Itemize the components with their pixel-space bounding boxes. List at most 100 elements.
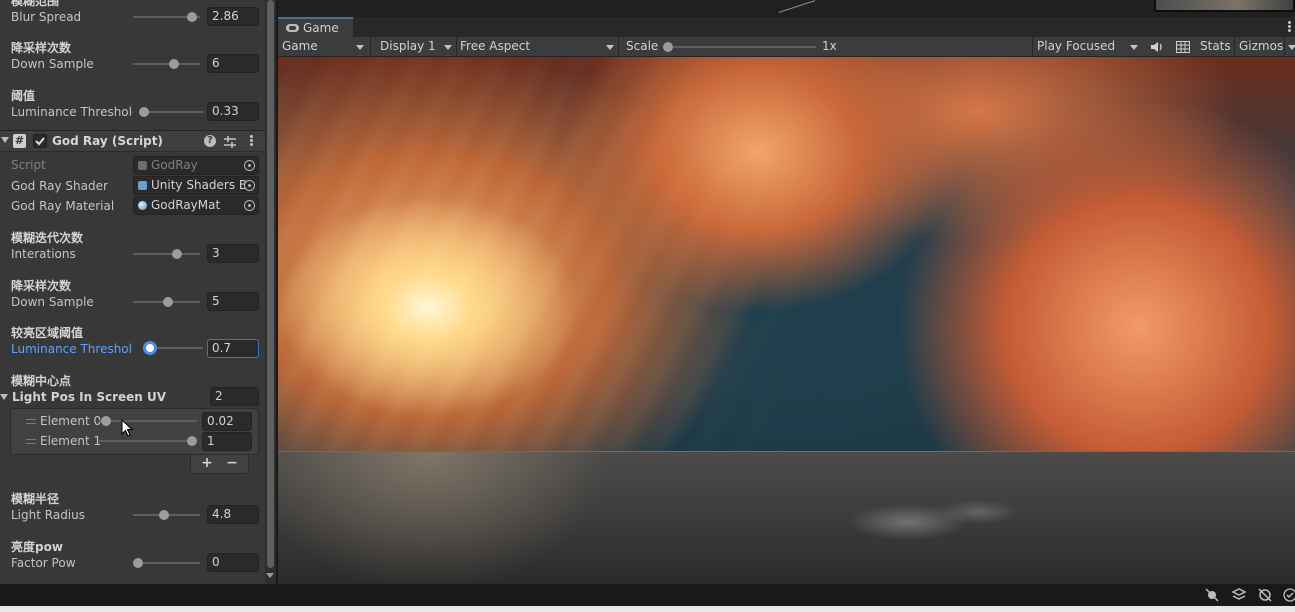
aspect-label: Free Aspect bbox=[460, 39, 531, 53]
down-sample-2-heading: 降采样次数 bbox=[11, 279, 72, 293]
component-title: God Ray (Script) bbox=[52, 134, 163, 148]
factor-pow-field[interactable]: 0 bbox=[207, 553, 259, 572]
game-tab-bar: Game bbox=[278, 17, 1295, 37]
display-dropdown[interactable]: Display 1 bbox=[376, 37, 456, 56]
element-0-slider[interactable] bbox=[99, 415, 197, 427]
scale-slider-knob[interactable] bbox=[663, 42, 673, 52]
luminance-threshold-2-field[interactable]: 0.7 bbox=[207, 339, 259, 358]
bright-threshold-heading: 较亮区域阈值 bbox=[11, 326, 84, 340]
grid-toggle-icon[interactable] bbox=[1176, 41, 1190, 53]
light-pos-label[interactable]: Light Pos In Screen UV bbox=[12, 390, 166, 404]
debug-icon[interactable] bbox=[1205, 588, 1219, 602]
list-element-label: Element 1 bbox=[40, 434, 102, 448]
play-mode-dropdown[interactable]: Play Focused bbox=[1033, 37, 1143, 56]
light-radius-label: Light Radius bbox=[11, 508, 85, 522]
remove-element-button[interactable]: − bbox=[222, 455, 242, 471]
drag-handle-icon[interactable] bbox=[26, 439, 36, 444]
scene-view-strip bbox=[278, 0, 1295, 17]
game-toolbar: Game Display 1 Free Aspect Scale 1x Play… bbox=[278, 37, 1295, 57]
light-pos-size-field[interactable]: 2 bbox=[210, 387, 259, 406]
down-sample-slider[interactable] bbox=[133, 58, 200, 70]
game-viewport[interactable] bbox=[278, 57, 1295, 584]
script-hash-icon: # bbox=[13, 134, 26, 148]
down-sample-heading: 降采样次数 bbox=[11, 41, 72, 55]
object-picker-icon[interactable] bbox=[244, 180, 255, 191]
scroll-down-icon[interactable] bbox=[266, 573, 274, 578]
checkmark-circle-icon[interactable] bbox=[1283, 588, 1295, 602]
chevron-down-icon bbox=[1130, 45, 1138, 50]
gizmos-button[interactable]: Gizmos bbox=[1235, 37, 1283, 56]
scale-label: Scale bbox=[626, 39, 659, 53]
foldout-arrow-icon[interactable] bbox=[1, 137, 9, 143]
script-field[interactable]: GodRay bbox=[133, 156, 259, 175]
help-icon[interactable]: ? bbox=[204, 135, 216, 147]
lighting-icon[interactable] bbox=[1258, 588, 1272, 602]
god-ray-component-header[interactable]: # God Ray (Script) ? bbox=[0, 130, 265, 152]
brightness-pow-heading: 亮度pow bbox=[11, 540, 63, 554]
element-1-field[interactable]: 1 bbox=[202, 432, 252, 451]
tab-game[interactable]: Game bbox=[278, 17, 353, 37]
window-menu-icon[interactable] bbox=[1288, 21, 1291, 33]
gamepad-icon bbox=[286, 24, 299, 32]
luminance-threshold-2-slider[interactable] bbox=[143, 341, 203, 355]
script-label: Script bbox=[11, 158, 46, 172]
iterations-heading: 模糊迭代次数 bbox=[11, 231, 84, 245]
drag-handle-icon[interactable] bbox=[26, 419, 36, 424]
iterations-field[interactable]: 3 bbox=[207, 244, 259, 263]
god-ray-material-field[interactable]: GodRayMat bbox=[133, 196, 259, 215]
audio-mute-icon[interactable] bbox=[1150, 41, 1164, 53]
blur-spread-label: Blur Spread bbox=[11, 10, 82, 24]
presets-icon[interactable] bbox=[223, 135, 237, 149]
scene-camera-preview bbox=[1154, 0, 1295, 12]
threshold-heading: 阈值 bbox=[11, 89, 36, 103]
list-element-label: Element 0 bbox=[40, 414, 102, 428]
add-element-button[interactable]: + bbox=[197, 455, 217, 471]
light-pos-foldout-icon[interactable] bbox=[0, 394, 8, 400]
script-file-icon bbox=[138, 161, 147, 170]
factor-pow-label: Factor Pow bbox=[11, 556, 76, 570]
light-radius-slider[interactable] bbox=[133, 509, 200, 521]
tab-game-label: Game bbox=[303, 21, 339, 35]
luminance-threshold-2-label: Luminance Thresholc bbox=[11, 342, 133, 356]
object-picker-icon[interactable] bbox=[244, 200, 255, 211]
game-mode-label: Game bbox=[282, 39, 318, 53]
blur-spread-heading: 模糊范围 bbox=[11, 0, 60, 8]
luminance-threshold-label: Luminance Thresholc bbox=[11, 105, 133, 119]
god-ray-shader-label: God Ray Shader bbox=[11, 179, 108, 193]
blur-radius-heading: 模糊半径 bbox=[11, 492, 60, 506]
window-bottom-edge bbox=[0, 606, 1295, 612]
enabled-checkbox[interactable] bbox=[33, 134, 47, 148]
mouse-cursor-icon bbox=[121, 419, 134, 437]
gizmos-dropdown-icon[interactable] bbox=[1288, 45, 1295, 50]
inspector-scroll-thumb[interactable] bbox=[267, 0, 274, 568]
luminance-threshold-slider[interactable] bbox=[139, 106, 204, 118]
iterations-slider[interactable] bbox=[133, 248, 200, 260]
element-1-slider[interactable] bbox=[99, 435, 197, 447]
material-sphere-icon bbox=[138, 201, 147, 210]
chevron-down-icon bbox=[606, 45, 614, 50]
blur-center-heading: 模糊中心点 bbox=[11, 374, 72, 388]
stats-button[interactable]: Stats bbox=[1196, 37, 1231, 56]
aspect-dropdown[interactable]: Free Aspect bbox=[456, 37, 616, 56]
scene-line bbox=[778, 0, 816, 13]
down-sample-2-field[interactable]: 5 bbox=[207, 292, 259, 311]
component-menu-icon[interactable] bbox=[250, 135, 253, 147]
luminance-threshold-field[interactable]: 0.33 bbox=[207, 102, 259, 121]
god-ray-material-label: God Ray Material bbox=[11, 199, 115, 213]
light-radius-field[interactable]: 4.8 bbox=[207, 505, 259, 524]
object-picker-icon[interactable] bbox=[244, 160, 255, 171]
factor-pow-slider[interactable] bbox=[133, 557, 200, 569]
layers-icon[interactable] bbox=[1232, 588, 1246, 602]
god-ray-shader-field[interactable]: Unity Shaders B bbox=[133, 176, 259, 195]
blur-spread-field[interactable]: 2.86 bbox=[207, 7, 259, 26]
script-field-value: GodRay bbox=[151, 158, 198, 172]
chevron-down-icon bbox=[356, 45, 364, 50]
element-0-field[interactable]: 0.02 bbox=[202, 412, 252, 431]
down-sample-field[interactable]: 6 bbox=[207, 54, 259, 73]
play-mode-label: Play Focused bbox=[1037, 39, 1116, 53]
blur-spread-slider[interactable] bbox=[133, 11, 200, 23]
game-mode-dropdown[interactable]: Game bbox=[278, 37, 368, 56]
down-sample-2-slider[interactable] bbox=[133, 296, 200, 308]
scale-slider[interactable] bbox=[670, 46, 816, 48]
chevron-down-icon bbox=[444, 45, 452, 50]
